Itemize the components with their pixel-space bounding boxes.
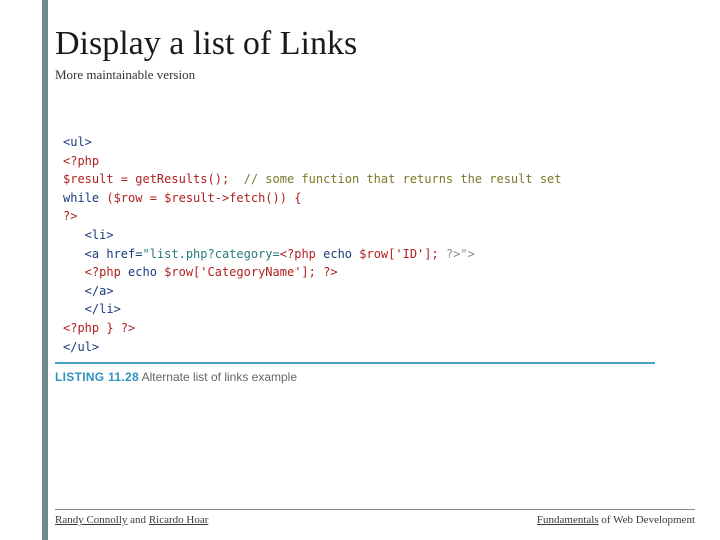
code-text: </a> [63, 284, 114, 298]
page-subtitle: More maintainable version [55, 67, 665, 83]
footer-text: and [127, 514, 148, 526]
slide-footer: Randy Connolly and Ricardo Hoar Fundamen… [55, 509, 700, 526]
code-text: <li> [63, 228, 114, 242]
code-comment: // some function that returns the result… [244, 172, 562, 186]
code-text: $row['ID']; [352, 247, 446, 261]
footer-right: Fundamentals of Web Development [537, 514, 695, 526]
code-text: ?> [63, 209, 77, 223]
listing-caption: LISTING 11.28 Alternate list of links ex… [55, 370, 665, 384]
code-text: <a href= [63, 247, 142, 261]
code-text: <?php [63, 265, 128, 279]
book-title-part: of Web Development [599, 514, 695, 526]
book-title-part: Fundamentals [537, 514, 599, 526]
code-text: "> [460, 247, 474, 261]
page-title: Display a list of Links [55, 25, 665, 63]
code-text: ?> [121, 321, 135, 335]
footer-left: Randy Connolly and Ricardo Hoar [55, 514, 208, 526]
code-string: "list.php?category= [142, 247, 279, 261]
code-text: ($row = $result->fetch()) { [99, 191, 301, 205]
code-text: <ul> [63, 135, 92, 149]
code-text: </ul> [63, 340, 99, 354]
code-text: } [106, 321, 120, 335]
code-text: ?> [323, 265, 337, 279]
code-text: ?> [446, 247, 460, 261]
code-keyword: echo [323, 247, 352, 261]
code-text: </li> [63, 302, 121, 316]
code-text: <?php [63, 321, 106, 335]
code-keyword: while [63, 191, 99, 205]
code-keyword: echo [128, 265, 157, 279]
footer-rule [55, 509, 695, 510]
accent-bar [42, 0, 48, 540]
author-name: Randy Connolly [55, 514, 127, 526]
code-listing: <ul> <?php $result = getResults(); // so… [55, 123, 655, 364]
listing-label: LISTING 11.28 [55, 370, 139, 384]
code-text: <?php [63, 154, 99, 168]
code-text: $result = getResults(); [63, 172, 244, 186]
listing-text: Alternate list of links example [139, 370, 297, 384]
author-name: Ricardo Hoar [149, 514, 209, 526]
code-text: $row['CategoryName']; [157, 265, 323, 279]
code-text: <?php [280, 247, 323, 261]
